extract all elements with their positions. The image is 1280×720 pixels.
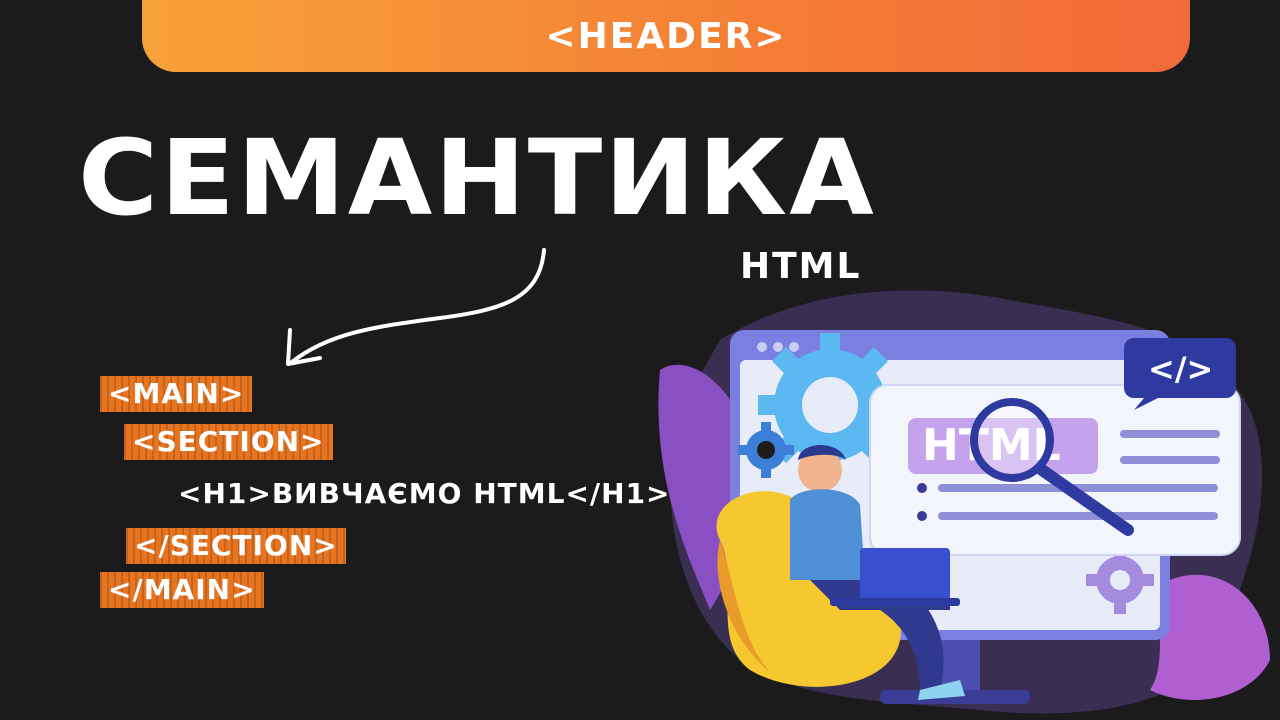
header-banner: <HEADER> <box>142 0 1190 72</box>
code-main-open: <MAIN> <box>100 376 252 412</box>
code-main-close: </MAIN> <box>100 572 264 608</box>
code-h1-line: <H1>ВИВЧАЄМО HTML</H1> <box>178 477 671 510</box>
curved-arrow-icon <box>286 248 546 366</box>
header-label: <HEADER> <box>545 15 787 57</box>
page-title: СЕМАНТИКА <box>78 117 876 239</box>
code-section-close: </SECTION> <box>126 528 346 564</box>
laptop-icon <box>860 548 950 604</box>
svg-text:</>: </> <box>1148 350 1213 388</box>
code-section-open: <SECTION> <box>124 424 333 460</box>
developer-illustration: HTML </> <box>658 290 1270 714</box>
